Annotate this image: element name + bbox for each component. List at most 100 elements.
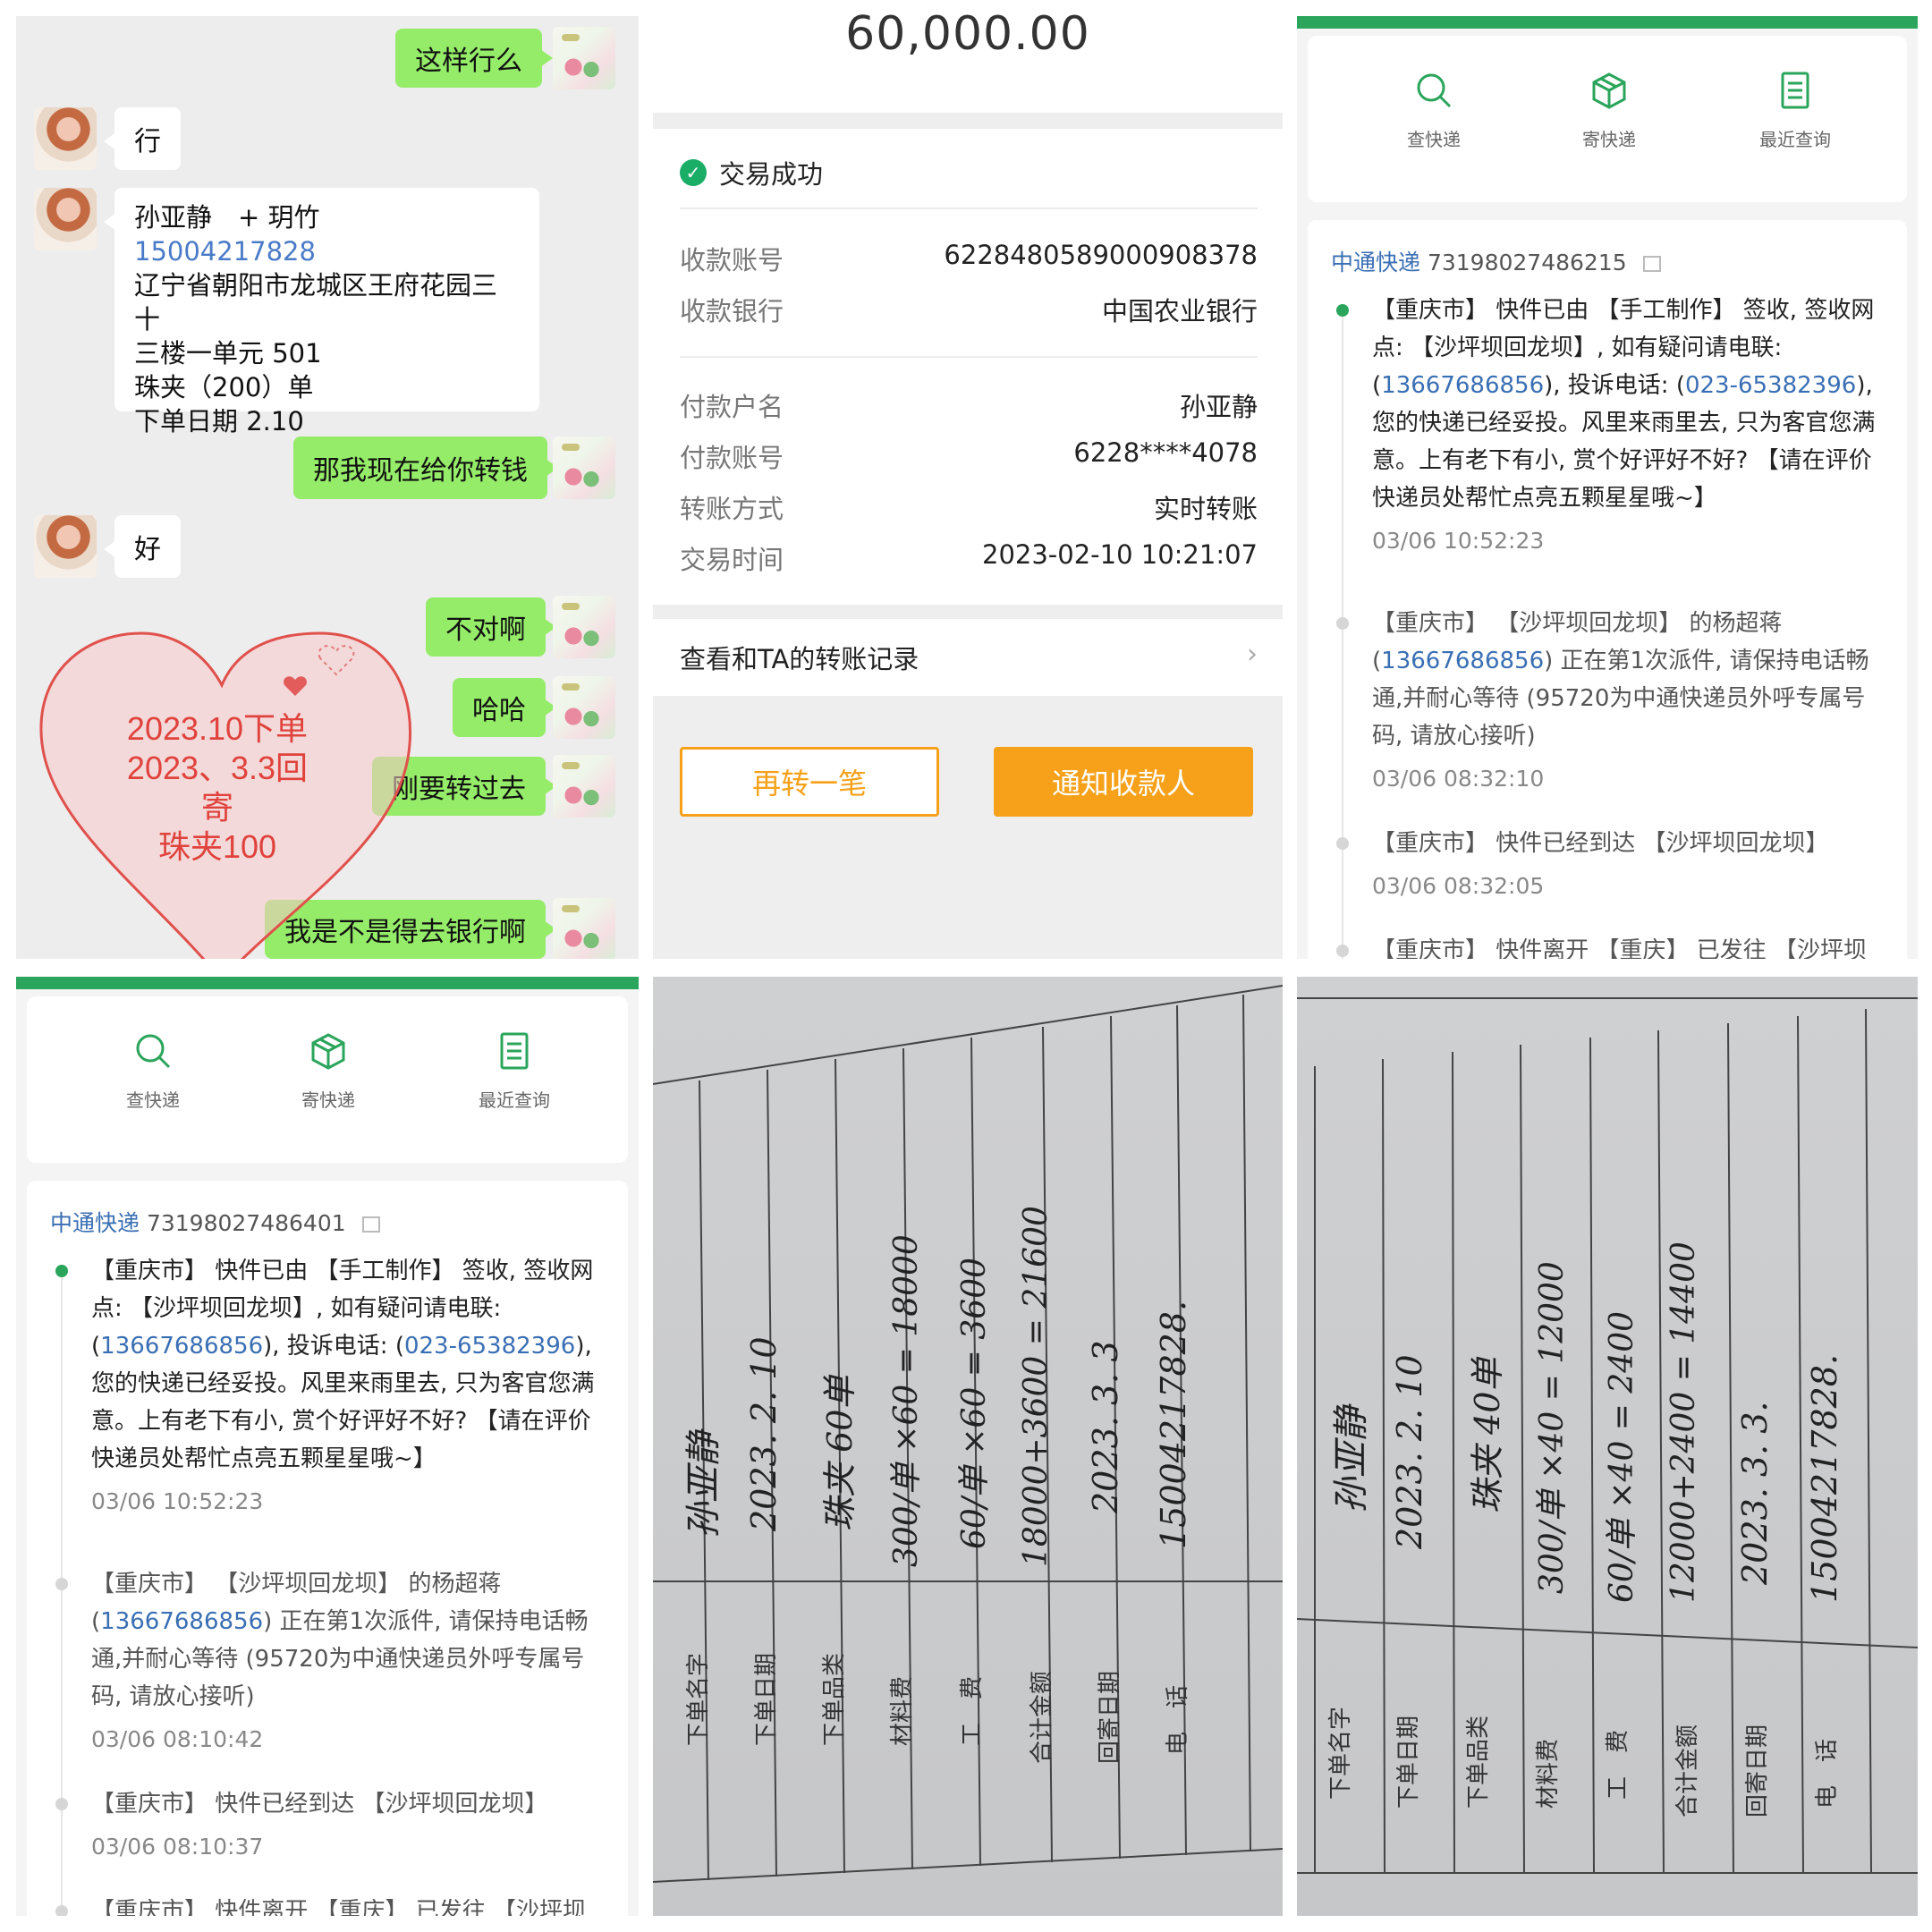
nav-track-express[interactable]: 查快递: [86, 1030, 220, 1112]
nav-recent-queries[interactable]: 最近查询: [447, 1030, 581, 1112]
transfer-records-link[interactable]: 查看和TA的转账记录 ›: [680, 639, 1258, 676]
nav-label: 查快递: [126, 1089, 180, 1111]
success-check-icon: ✓: [680, 159, 707, 186]
event-time: 03/06 08:32:05: [1372, 873, 1545, 899]
express-tracking-panel: 查快递 寄快递 最近查询 中通快递 73198027486215 【重庆市】 快…: [1297, 16, 1918, 959]
transfer-type-value: 实时转账: [1153, 494, 1258, 524]
handwritten-order-form: 下单名字 下单日期 下单品类 材料费 工 费 合计金额 回寄日期 电 话 孙亚静…: [1297, 977, 1918, 1916]
form-value: 孙亚静: [1331, 1406, 1372, 1513]
carrier-name: 中通快递: [1331, 250, 1421, 275]
timeline-dot: [1336, 945, 1349, 957]
event-text: 【重庆市】 快件离开 【重庆】 已发往 【沙坪坝: [91, 1898, 587, 1916]
nav-send-express[interactable]: 寄快递: [1542, 70, 1676, 151]
form-value: 2023. 2. 10: [1390, 1354, 1429, 1549]
nav-recent-queries[interactable]: 最近查询: [1728, 70, 1862, 151]
receive-account-row: 收款账号 6228480589000908378: [680, 240, 1258, 277]
transfer-again-button[interactable]: 再转一笔: [680, 747, 939, 817]
form-value: 珠夹 40单: [1468, 1357, 1507, 1513]
payer-name-label: 付款户名: [680, 392, 784, 422]
form-value: 孙亚静: [683, 1431, 724, 1538]
heart-note-line: 2023.10下单: [126, 710, 309, 747]
form-value: 15004217828.: [1805, 1353, 1844, 1603]
heart-note-line: 寄: [200, 789, 233, 826]
form-label: 下单品类: [1465, 1715, 1492, 1809]
form-value: 15004217828.: [1154, 1300, 1193, 1549]
form-value: 2023. 3. 3.: [1735, 1401, 1775, 1585]
form-value: 珠夹 60单: [820, 1375, 860, 1531]
form-value: 60/单 ×60 = 3600: [956, 1257, 993, 1549]
package-icon: [1592, 72, 1626, 109]
payment-detail-panel: 60,000.00 ✓ 交易成功 收款账号 622848058900090837…: [653, 0, 1283, 959]
nav-label: 最近查询: [479, 1089, 550, 1111]
form-label: 下单品类: [821, 1652, 848, 1746]
event-text: 【重庆市】 快件已经到达 【沙坪坝回龙坝】: [1372, 830, 1829, 857]
tracking-event: 【重庆市】 快件已由 【手工制作】 签收, 签收网点: 【沙坪坝回龙坝】, 如有…: [1372, 292, 1884, 560]
tracking-card: 中通快递 73198027486401 【重庆市】 快件已由 【手工制作】 签收…: [27, 1181, 628, 1916]
form-value: 18000+3600 = 21600: [1018, 1206, 1055, 1567]
form-label: 回寄日期: [1744, 1724, 1771, 1818]
timeline-dot: [55, 1905, 68, 1916]
form-label: 电 话: [1814, 1738, 1841, 1809]
nav-send-express[interactable]: 寄快递: [261, 1030, 395, 1112]
copy-icon[interactable]: [361, 1216, 380, 1233]
timeline-dot: [55, 1798, 68, 1810]
form-value: 12000+2400 = 14400: [1665, 1241, 1702, 1603]
tracking-event: 【重庆市】 快件离开 【重庆】 已发往 【沙坪坝: [1372, 932, 1884, 959]
chat-panel: 这样行么 行 孙亚静 + 玥竹 15004217828 辽宁省朝阳市龙城区王府花…: [16, 16, 639, 959]
courier-phone-link[interactable]: 13667686856: [100, 1333, 263, 1360]
form-value: 60/单 ×40 = 2400: [1604, 1310, 1640, 1603]
event-text: ), 投诉电话: (: [263, 1333, 404, 1360]
carrier-name: 中通快递: [50, 1210, 140, 1236]
courier-phone-link[interactable]: 13667686856: [1381, 648, 1544, 674]
payer-account-label: 付款账号: [680, 443, 784, 473]
tracking-number: 73198027486215: [1427, 250, 1627, 275]
transfer-records-label: 查看和TA的转账记录: [680, 644, 919, 674]
transfer-type-label: 转账方式: [680, 494, 784, 524]
transaction-time-label: 交易时间: [680, 545, 784, 575]
heart-note-line: 2023、3.3回: [126, 750, 309, 786]
event-text: 【重庆市】 快件已经到达 【沙坪坝回龙坝】: [91, 1791, 548, 1818]
timeline-dot-active: [1336, 304, 1349, 317]
timeline-dot: [55, 1578, 68, 1590]
form-label: 材料费: [889, 1675, 916, 1746]
form-label: 材料费: [1535, 1738, 1562, 1809]
form-label: 下单名字: [685, 1652, 712, 1746]
event-time: 03/06 10:52:23: [91, 1488, 264, 1514]
express-tracking-panel: 查快递 寄快递 最近查询 中通快递 73198027486401 【重庆市】 快…: [16, 977, 639, 1916]
courier-phone-link[interactable]: 13667686856: [1381, 372, 1544, 399]
document-icon: [1781, 72, 1809, 109]
tracking-event: 【重庆市】 快件已由 【手工制作】 签收, 签收网点: 【沙坪坝回龙坝】, 如有…: [91, 1252, 603, 1521]
search-icon: [1417, 73, 1452, 108]
copy-icon[interactable]: [1642, 256, 1661, 272]
timeline-dot-active: [55, 1265, 68, 1277]
divider: [680, 208, 1258, 209]
complaint-phone-link[interactable]: 023-65382396: [404, 1333, 575, 1360]
form-label: 下单日期: [753, 1652, 780, 1746]
complaint-phone-link[interactable]: 023-65382396: [1685, 372, 1856, 399]
event-time: 03/06 08:32:10: [1372, 766, 1545, 792]
form-label: 下单名字: [1327, 1706, 1354, 1800]
tracking-event: 【重庆市】 快件已经到达 【沙坪坝回龙坝】 03/06 08:32:05: [1372, 825, 1884, 905]
payer-account-value: 6228****4078: [1073, 437, 1258, 468]
tracking-event: 【重庆市】 快件已经到达 【沙坪坝回龙坝】 03/06 08:10:37: [91, 1785, 603, 1866]
notify-payee-button[interactable]: 通知收款人: [994, 747, 1253, 817]
nav-label: 最近查询: [1759, 129, 1831, 150]
form-value: 2023. 3. 3: [1086, 1340, 1125, 1513]
event-time: 03/06 10:52:23: [1372, 528, 1545, 554]
receive-account-value: 6228480589000908378: [944, 240, 1258, 270]
transaction-time-row: 交易时间 2023-02-10 10:21:07: [680, 539, 1258, 577]
nav-track-express[interactable]: 查快递: [1367, 70, 1501, 151]
chevron-right-icon: ›: [1247, 639, 1258, 670]
timeline-dot: [1336, 617, 1349, 630]
form-value: 2023. 2. 10: [744, 1336, 784, 1531]
transaction-status: ✓ 交易成功: [680, 154, 823, 191]
tracking-event: 【重庆市】 【沙坪坝回龙坝】 的杨超蒋 (13667686856) 正在第1次派…: [1372, 605, 1884, 798]
section-divider: [653, 113, 1283, 129]
heart-note-line: 珠夹100: [157, 828, 277, 865]
search-icon: [136, 1034, 171, 1069]
receive-account-label: 收款账号: [680, 245, 784, 275]
event-time: 03/06 08:10:37: [91, 1834, 264, 1860]
transfer-type-row: 转账方式 实时转账: [680, 488, 1258, 526]
handwritten-order-form: 下单名字 下单日期 下单品类 材料费 工 费 合计金额 回寄日期 电 话 孙亚静…: [653, 977, 1283, 1916]
courier-phone-link[interactable]: 13667686856: [100, 1608, 263, 1635]
